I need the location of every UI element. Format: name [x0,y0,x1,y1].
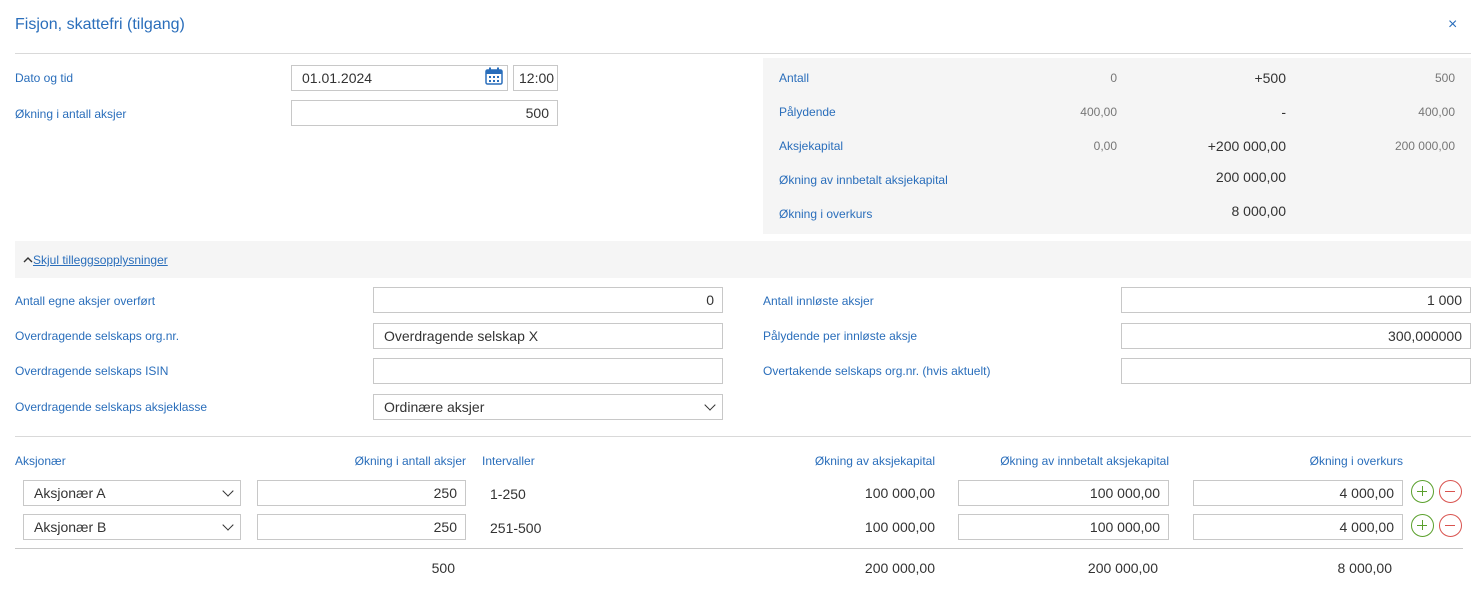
summary-after-paalydende: 400,00 [1418,105,1455,119]
summary-before-aksjekapital: 0,00 [1093,139,1117,153]
totals-divider [15,548,1463,549]
premium-input[interactable]: 4 000,00 [1193,514,1403,540]
capital-cell: 100 000,00 [864,519,935,535]
transferor-orgnr-input[interactable]: Overdragende selskap X [373,323,723,349]
transferor-isin-label: Overdragende selskaps ISIN [15,364,169,378]
plus-circle-icon[interactable] [1411,514,1434,537]
redeemed-shares-input[interactable]: 1 000 [1121,287,1471,313]
col-paid-in: Økning av innbetalt aksjekapital [1000,454,1169,468]
summary-before-antall: 0 [1110,71,1117,85]
toggle-additional-info-link[interactable]: Skjul tilleggsopplysninger [33,253,168,267]
interval-cell: 1-250 [490,486,526,502]
shareholder-select[interactable]: Aksjonær B [23,514,241,540]
total-premium: 8 000,00 [1337,560,1393,576]
interval-cell: 251-500 [490,520,542,536]
minus-circle-icon[interactable] [1439,480,1462,503]
col-premium: Økning i overkurs [1309,454,1403,468]
plus-circle-icon[interactable] [1411,480,1434,503]
own-shares-label: Antall egne aksjer overført [15,294,156,308]
nominal-redeemed-label: Pålydende per innløste aksje [763,329,918,343]
dialog-title: Fisjon, skattefri (tilgang) [15,16,185,33]
total-increase: 500 [431,560,455,576]
col-intervals: Intervaller [482,454,535,468]
acquirer-orgnr-label: Overtakende selskaps org.nr. (hvis aktue… [763,364,991,378]
summary-change-aksjekapital: +200 000,00 [1207,138,1286,154]
own-shares-input[interactable]: 0 [373,287,723,313]
transferor-class-label: Overdragende selskaps aksjeklasse [15,400,208,414]
summary-label-aksjekapital: Aksjekapital [779,139,844,153]
section-divider [15,436,1471,437]
close-icon[interactable]: × [1448,16,1457,34]
additional-info-band [15,241,1471,278]
shareholder-select[interactable]: Aksjonær A [23,480,241,506]
summary-change-paalydende: - [1281,104,1286,120]
col-increase: Økning i antall aksjer [354,454,466,468]
summary-change-premium: 8 000,00 [1231,203,1287,219]
paid-in-input[interactable]: 100 000,00 [958,480,1169,506]
col-shareholder: Aksjonær [15,454,66,468]
calendar-icon[interactable] [485,67,503,85]
transferor-isin-input[interactable] [373,358,723,384]
increase-input[interactable]: 250 [257,480,466,506]
date-input[interactable]: 01.01.2024 [291,65,508,91]
nominal-redeemed-input[interactable]: 300,000000 [1121,323,1471,349]
summary-label-paid-in: Økning av innbetalt aksjekapital [779,173,948,187]
summary-label-paalydende: Pålydende [779,105,836,119]
increase-input[interactable]: 250 [257,514,466,540]
summary-label-premium: Økning i overkurs [779,207,873,221]
summary-after-aksjekapital: 200 000,00 [1394,139,1455,153]
chevron-down-icon [222,519,234,531]
capital-cell: 100 000,00 [864,485,935,501]
transferor-class-value: Ordinære aksjer [384,399,485,415]
increase-shares-input[interactable]: 500 [291,100,558,126]
transferor-class-select[interactable]: Ordinære aksjer [373,394,723,420]
summary-before-paalydende: 400,00 [1080,105,1117,119]
col-capital: Økning av aksjekapital [814,454,935,468]
shareholder-value: Aksjonær A [34,485,106,501]
summary-after-antall: 500 [1434,71,1455,85]
summary-change-paid-in: 200 000,00 [1215,169,1286,185]
total-paid-in: 200 000,00 [1087,560,1158,576]
date-time-label: Dato og tid [15,71,74,85]
acquirer-orgnr-input[interactable] [1121,358,1471,384]
summary-change-antall: +500 [1254,70,1286,86]
header-divider [15,53,1471,54]
total-capital: 200 000,00 [864,560,935,576]
time-input[interactable]: 12:00 [513,65,558,91]
transferor-orgnr-label: Overdragende selskaps org.nr. [15,329,180,343]
minus-circle-icon[interactable] [1439,514,1462,537]
summary-label-antall: Antall [779,71,810,85]
premium-input[interactable]: 4 000,00 [1193,480,1403,506]
increase-shares-label: Økning i antall aksjer [15,107,127,121]
chevron-down-icon [704,399,716,411]
shareholder-value: Aksjonær B [34,519,107,535]
chevron-up-icon[interactable] [23,256,33,264]
chevron-down-icon [222,485,234,497]
redeemed-shares-label: Antall innløste aksjer [763,294,874,308]
paid-in-input[interactable]: 100 000,00 [958,514,1169,540]
